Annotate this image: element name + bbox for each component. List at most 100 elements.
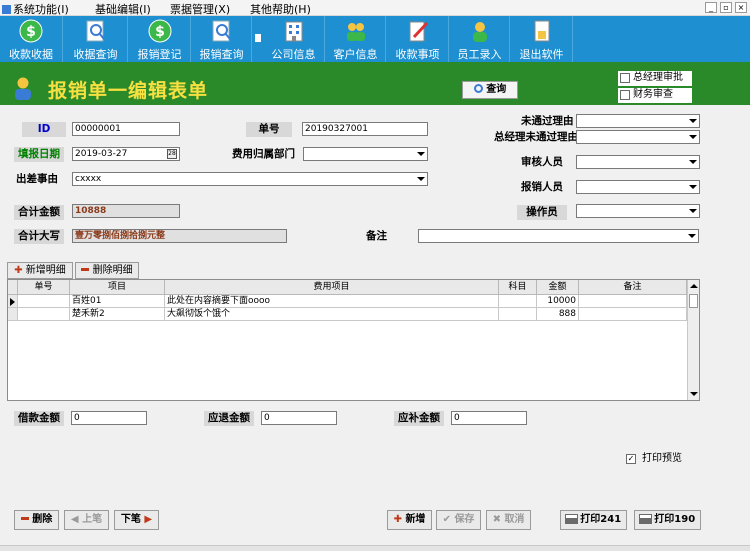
chevron-down-icon [689,209,697,213]
prev-button[interactable]: ◀ 上笔 [64,510,109,530]
toolbar-company-info-button[interactable]: 公司信息 [263,16,325,62]
chevron-left-icon: ◀ [70,514,79,525]
finance-review-option[interactable]: 财务审查 [618,88,692,103]
supplement-label: 应补金额 [394,411,444,426]
refund-field[interactable]: 0 [261,411,337,425]
table-cell[interactable]: 10000 [537,295,579,308]
row-indicator-header [8,280,18,295]
building-icon [285,21,302,42]
scroll-up-icon[interactable] [690,284,698,288]
print-preview-option[interactable]: ✓ 打印预览 [626,453,696,467]
menu-basic-edit[interactable]: 基础编辑(I) [95,1,151,17]
approver-select[interactable] [576,155,700,169]
minimize-button[interactable]: _ [705,2,717,13]
table-cell[interactable]: 百姓01 [70,295,165,308]
toolbar-exit-button[interactable]: 退出软件 [511,16,573,62]
toolbar-expense-query-button[interactable]: 报销查询 [192,16,252,62]
toolbar-employee-entry-button[interactable]: 员工录入 [450,16,510,62]
table-cell[interactable]: 楚禾新2 [70,308,165,321]
close-button[interactable]: × [735,2,747,13]
restore-button[interactable]: ▫ [720,2,732,13]
toolbar-receipt-query-button[interactable]: 收据查询 [64,16,128,62]
col-header-remark[interactable]: 备注 [579,280,687,295]
chevron-down-icon [688,234,696,238]
gm-reject-reason-select[interactable] [576,130,700,144]
toolbar-exit-label: 退出软件 [519,48,564,61]
calendar-icon[interactable]: 28 [167,149,177,159]
id-field[interactable]: 00000001 [72,122,180,136]
delete-button-label: 删除 [32,514,53,525]
toolbar-expense-register-button[interactable]: $ 报销登记 [129,16,191,62]
scroll-down-icon[interactable] [690,392,698,396]
table-cell[interactable] [18,295,70,308]
vertical-scrollbar[interactable] [687,280,699,400]
col-header-item[interactable]: 项目 [70,280,165,295]
dollar-icon: $ [148,19,171,43]
table-cell[interactable]: 888 [537,308,579,321]
gm-approval-option[interactable]: 总经理审批 [618,71,692,86]
delete-detail-tab[interactable]: 删除明细 [75,262,139,279]
print-preview-checkbox[interactable]: ✓ [626,454,636,464]
magnifier-doc-icon [86,20,105,42]
approver-label: 审核人员 [521,156,563,168]
col-header-no[interactable]: 单号 [18,280,70,295]
remark-select[interactable] [418,229,699,243]
chevron-down-icon [689,160,697,164]
total-field: 10888 [72,204,180,218]
reason-select[interactable]: cxxxx [72,172,428,186]
table-cell[interactable]: 此处在内容摘要下面oooo [165,295,499,308]
table-cell[interactable]: 大飙彻饭个饿个 [165,308,499,321]
bill-no-field[interactable]: 20190327001 [302,122,428,136]
remark-label: 备注 [366,230,387,242]
loan-field[interactable]: 0 [71,411,147,425]
gm-approval-checkbox[interactable] [620,73,630,83]
menu-help[interactable]: 其他帮助(H) [250,1,311,17]
supplement-field[interactable]: 0 [451,411,527,425]
check-icon: ✔ [442,514,451,525]
menu-system-label: 系统功能(I) [13,3,69,16]
delete-button[interactable]: 删除 [14,510,59,530]
col-header-amount[interactable]: 金额 [537,280,579,295]
people-icon [346,23,365,41]
finance-review-checkbox[interactable] [620,90,630,100]
table-cell[interactable] [579,308,687,321]
menu-receipt-manage[interactable]: 票据管理(X) [170,1,230,17]
close-icon: ✖ [492,514,501,525]
toolbar-customer-info-button[interactable]: 客户信息 [326,16,386,62]
toolbar-receipt-button[interactable]: $ 收款收据 [0,16,63,62]
add-button[interactable]: ✚ 新增 [387,510,432,530]
next-button[interactable]: 下笔 ▶ [114,510,159,530]
claimant-select[interactable] [576,180,700,194]
add-detail-tab[interactable]: ✚ 新增明细 [7,262,73,279]
save-button[interactable]: ✔ 保存 [436,510,481,530]
toolbar-separator [253,16,263,62]
table-cell[interactable] [499,308,537,321]
toolbar-expense-query-label: 报销查询 [199,48,244,61]
print-241-button[interactable]: 打印241 [560,510,627,530]
exit-doc-icon [534,20,549,42]
toolbar-collection-items-button[interactable]: 收款事项 [387,16,449,62]
operator-select[interactable] [576,204,700,218]
reason-label: 出差事由 [16,173,58,185]
date-field[interactable]: 2019-03-27 28 [72,147,180,161]
dept-select[interactable] [303,147,428,161]
date-value: 2019-03-27 [75,149,128,159]
col-header-fee[interactable]: 费用项目 [165,280,499,295]
toolbar-expense-register-label: 报销登记 [137,48,182,61]
svg-text:$: $ [155,24,165,40]
menu-system[interactable]: 系统功能(I) [2,1,69,17]
scroll-thumb[interactable] [689,294,698,308]
query-button[interactable]: 查询 [462,81,518,99]
plus-icon: ✚ [393,514,402,525]
table-cell[interactable] [499,295,537,308]
total-upper-field: 壹万零捌佰捌拾捌元整 [72,229,287,243]
table-cell[interactable] [579,295,687,308]
col-header-subject[interactable]: 科目 [499,280,537,295]
refund-label: 应退金额 [204,411,254,426]
table-cell[interactable] [18,308,70,321]
chevron-down-icon [689,119,697,123]
cancel-button[interactable]: ✖ 取消 [486,510,531,530]
search-icon [473,84,483,93]
print-190-button[interactable]: 打印190 [634,510,701,530]
reject-reason-select[interactable] [576,114,700,128]
